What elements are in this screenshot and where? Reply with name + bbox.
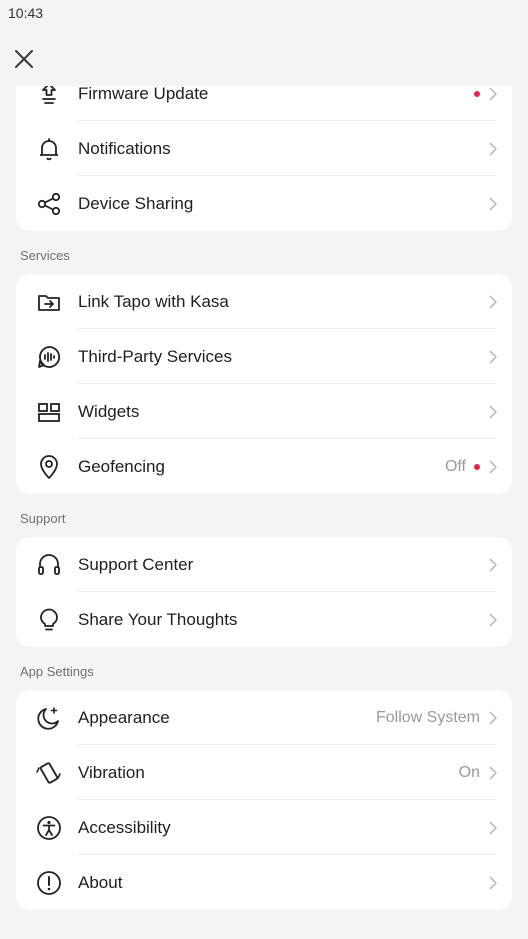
voice-assistant-icon — [34, 342, 64, 372]
accessibility-icon — [34, 813, 64, 843]
about-row[interactable]: About — [16, 855, 512, 910]
link-folder-icon — [34, 287, 64, 317]
device-card: Firmware Update Notifications Device Sha… — [16, 86, 512, 231]
link-kasa-row[interactable]: Link Tapo with Kasa — [16, 274, 512, 329]
section-title-support: Support — [20, 511, 66, 526]
chevron-right-icon — [489, 196, 498, 211]
section-title-app-settings: App Settings — [20, 664, 94, 679]
device-sharing-row[interactable]: Device Sharing — [16, 176, 512, 231]
widgets-row[interactable]: Widgets — [16, 384, 512, 439]
support-center-row[interactable]: Support Center — [16, 537, 512, 592]
geofencing-value: Off — [444, 457, 466, 475]
geofencing-row[interactable]: Geofencing Off — [16, 439, 512, 494]
appearance-value: Follow System — [375, 708, 480, 726]
chevron-right-icon — [489, 710, 498, 725]
chevron-right-icon — [489, 612, 498, 627]
app-settings-card: Appearance Follow System Vibration On Ac… — [16, 690, 512, 910]
chevron-right-icon — [489, 459, 498, 474]
accessibility-row[interactable]: Accessibility — [16, 800, 512, 855]
notifications-row[interactable]: Notifications — [16, 121, 512, 176]
settings-list[interactable]: Firmware Update Notifications Device Sha… — [0, 86, 528, 939]
firmware-update-label: Firmware Update — [78, 86, 209, 103]
support-card: Support Center Share Your Thoughts — [16, 537, 512, 647]
share-thoughts-row[interactable]: Share Your Thoughts — [16, 592, 512, 647]
appearance-row[interactable]: Appearance Follow System — [16, 690, 512, 745]
chevron-right-icon — [489, 349, 498, 364]
update-badge — [474, 90, 480, 97]
moon-icon — [34, 703, 64, 733]
about-label: About — [78, 872, 123, 892]
close-icon — [15, 50, 33, 68]
services-card: Link Tapo with Kasa Third-Party Services… — [16, 274, 512, 494]
headset-icon — [34, 550, 64, 580]
close-button[interactable] — [12, 47, 36, 71]
widgets-icon — [34, 397, 64, 427]
vibration-icon — [34, 758, 64, 788]
geofencing-badge — [474, 463, 480, 470]
third-party-services-row[interactable]: Third-Party Services — [16, 329, 512, 384]
chevron-right-icon — [489, 294, 498, 309]
chevron-right-icon — [489, 86, 498, 101]
share-icon — [34, 189, 64, 219]
link-kasa-label: Link Tapo with Kasa — [78, 291, 229, 311]
geofencing-label: Geofencing — [78, 456, 165, 476]
share-thoughts-label: Share Your Thoughts — [78, 609, 238, 629]
status-bar-time: 10:43 — [8, 5, 44, 21]
section-title-services: Services — [20, 248, 70, 263]
vibration-value: On — [458, 763, 480, 781]
bell-icon — [34, 134, 64, 164]
support-center-label: Support Center — [78, 554, 194, 574]
firmware-update-row[interactable]: Firmware Update — [16, 86, 512, 121]
chevron-right-icon — [489, 141, 498, 156]
chevron-right-icon — [489, 765, 498, 780]
accessibility-label: Accessibility — [78, 817, 171, 837]
firmware-upload-icon — [34, 86, 64, 109]
notifications-label: Notifications — [78, 138, 171, 158]
vibration-row[interactable]: Vibration On — [16, 745, 512, 800]
device-sharing-label: Device Sharing — [78, 193, 194, 213]
widgets-label: Widgets — [78, 401, 140, 421]
lightbulb-icon — [34, 605, 64, 635]
info-icon — [34, 868, 64, 898]
chevron-right-icon — [489, 557, 498, 572]
chevron-right-icon — [489, 404, 498, 419]
vibration-label: Vibration — [78, 762, 145, 782]
chevron-right-icon — [489, 875, 498, 890]
appearance-label: Appearance — [78, 707, 170, 727]
third-party-services-label: Third-Party Services — [78, 346, 232, 366]
location-pin-icon — [34, 452, 64, 482]
chevron-right-icon — [489, 820, 498, 835]
